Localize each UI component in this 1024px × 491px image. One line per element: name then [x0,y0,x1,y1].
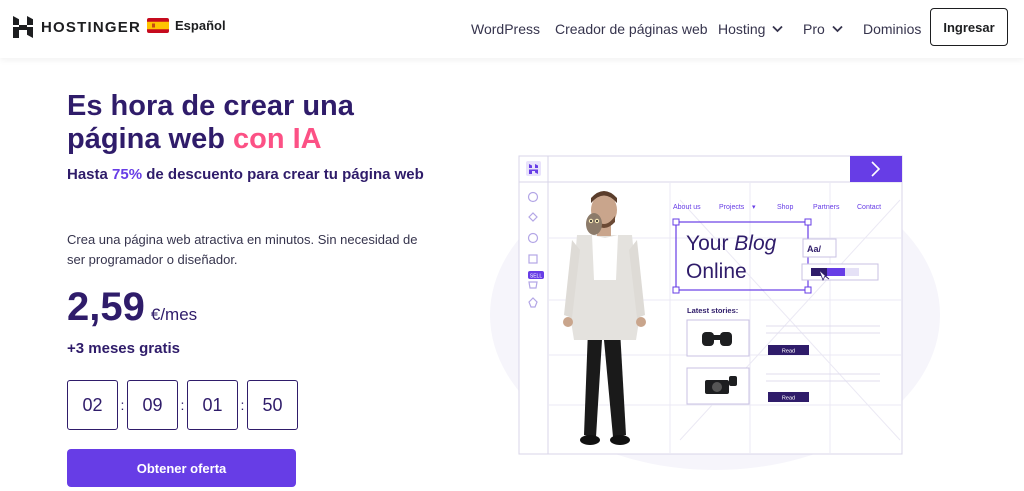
next-arrow-button [850,156,902,182]
hero-subtitle: Hasta 75% de descuento para crear tu pág… [67,166,424,183]
chevron-down-icon [772,25,784,33]
countdown-separator: : [120,397,125,413]
price-unit: €/mes [150,305,198,324]
nav-pro-label: Pro [803,21,825,37]
mockup-nav-projects: Projects [719,204,745,211]
nav-hosting-label: Hosting [718,21,766,37]
mockup-nav-shop: Shop [777,204,793,211]
hero-description: Crea una página web atractiva en minutos… [67,232,418,267]
nav-hosting[interactable]: Hosting [718,0,784,58]
countdown-separator: : [240,397,245,413]
countdown-minutes: 01 [187,380,238,430]
hero-illustration: SELL About us Projects ▾ Shop Partners C… [480,140,940,470]
chevron-down-icon [832,25,843,33]
get-offer-button[interactable]: Obtener oferta [67,449,296,487]
language-selector[interactable]: Español [147,18,226,33]
bonus-months: +3 meses gratis [67,340,180,357]
read-label-1: Read [782,349,795,355]
latest-stories-label: Latest stories: [687,306,738,315]
countdown-hours: 09 [127,380,178,430]
sell-badge-text: SELL [530,274,542,280]
nav-domains[interactable]: Dominios [863,0,921,58]
mockup-nav-about: About us [673,204,701,211]
mockup-nav-partners: Partners [813,204,840,211]
language-label: Español [175,18,226,33]
read-label-2: Read [782,396,795,402]
hero-title: Es hora de crear una página web con IA [67,90,354,155]
countdown-seconds: 50 [247,380,298,430]
nav-wordpress[interactable]: WordPress [471,0,540,58]
font-chip-text: Aa/ [807,244,822,254]
nav-website-builder[interactable]: Creador de páginas web [555,0,708,58]
price-block: 2,59 €/mes [67,284,197,330]
price-amount: 2,59 [67,285,145,329]
mockup-headline-line2: Online [686,260,747,283]
mockup-nav-caret: ▾ [752,204,756,211]
mockup-headline-line1: Your Blog [686,232,777,255]
hero-title-accent: con IA [232,123,322,155]
hostinger-logo-icon [13,16,33,38]
brand-logo[interactable]: HOSTINGER [12,16,141,38]
site-header: HOSTINGER Español WordPress Creador de p… [0,0,1024,58]
brand-name: HOSTINGER [41,18,141,36]
nav-website-builder-label: Creador de páginas web [555,21,708,37]
countdown-days: 02 [67,380,118,430]
countdown-separator: : [180,397,185,413]
countdown-timer: 02 : 09 : 01 : 50 [67,380,298,430]
nav-wordpress-label: WordPress [471,21,540,37]
nav-domains-label: Dominios [863,21,922,37]
login-button[interactable]: Ingresar [930,8,1008,46]
nav-pro[interactable]: Pro [803,0,843,58]
mini-hostinger-icon [526,161,541,176]
discount-percent: 75% [112,166,143,183]
mockup-nav-contact: Contact [857,204,881,211]
spain-flag-icon [147,18,169,33]
